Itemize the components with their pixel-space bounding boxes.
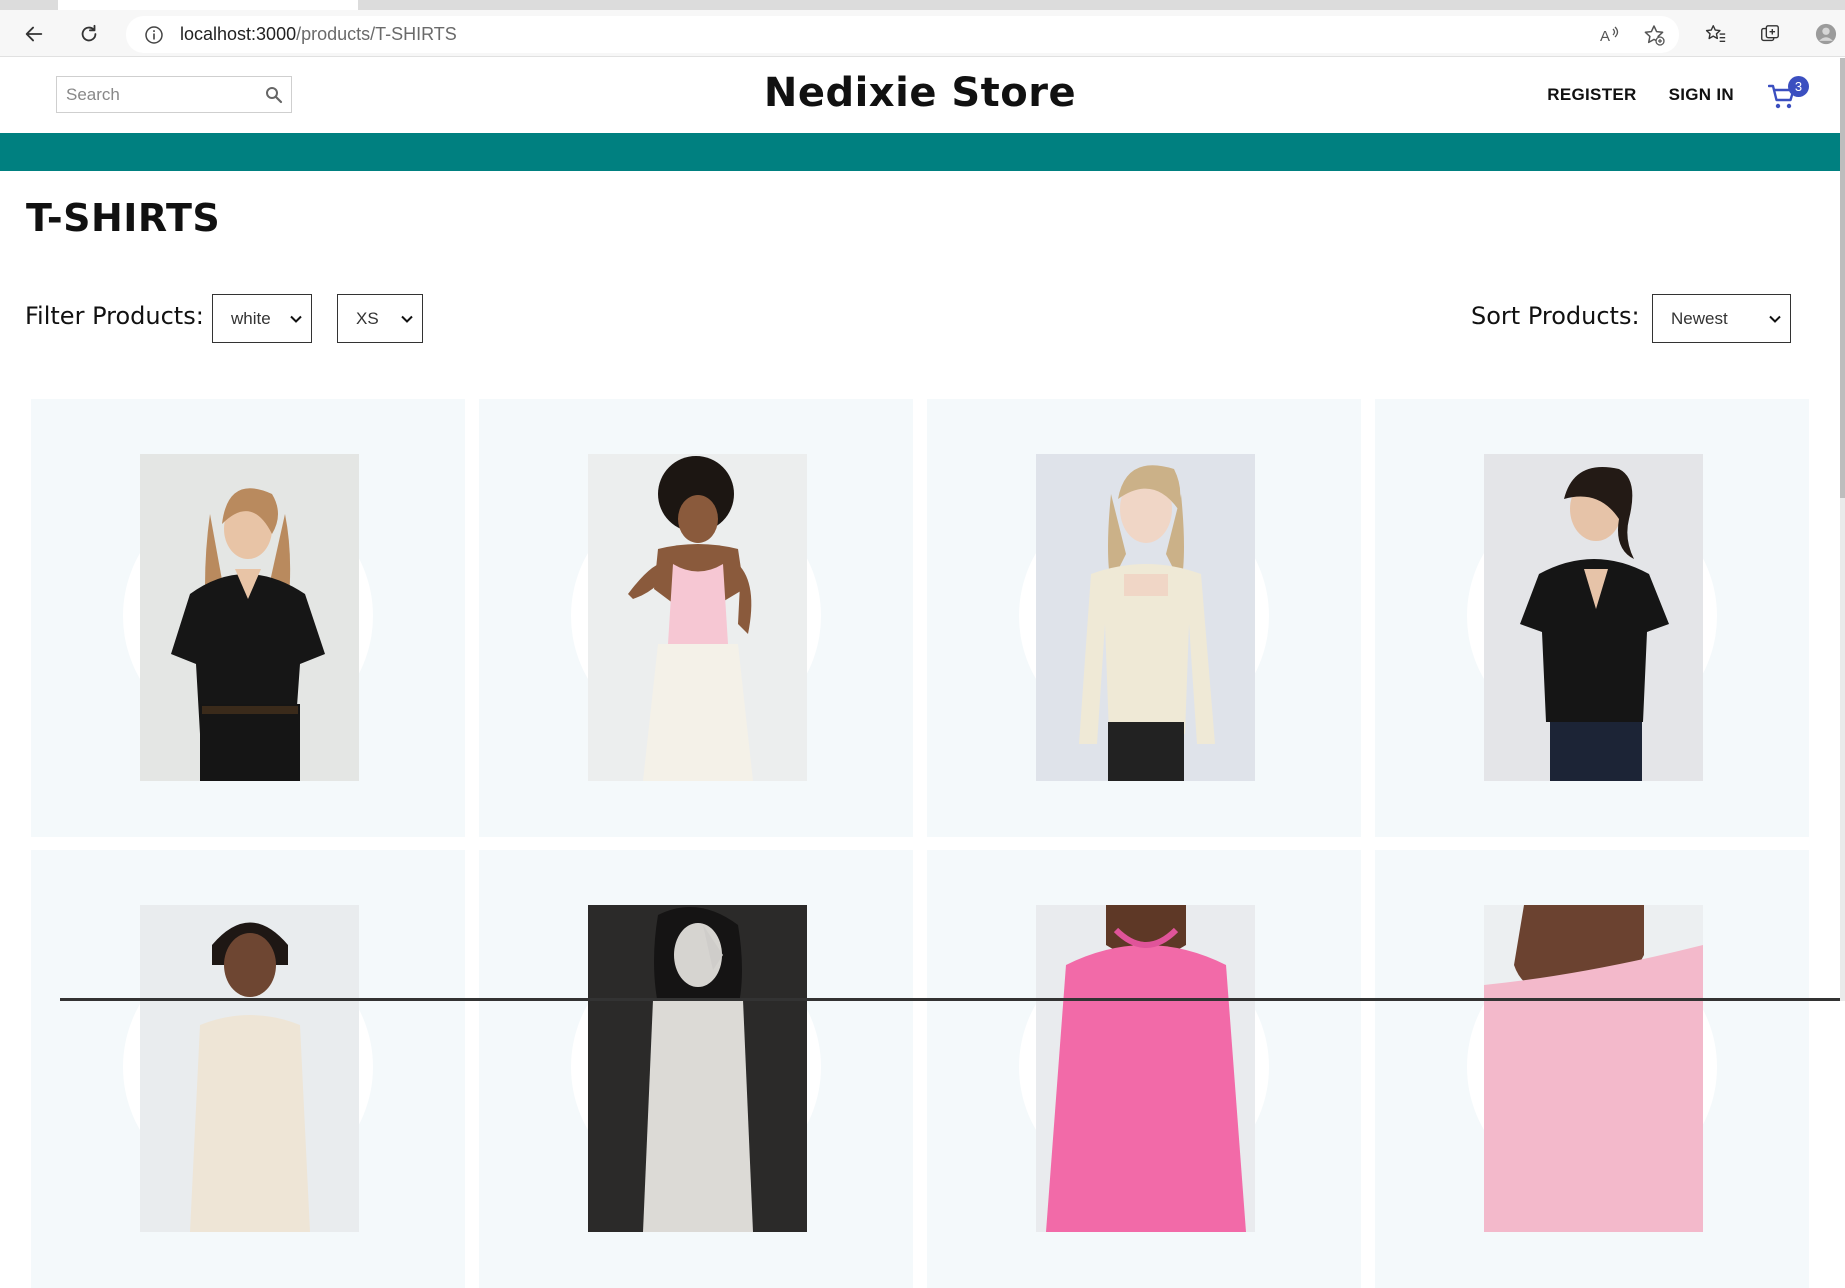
address-bar[interactable]: localhost:3000/products/T-SHIRTS A [126,16,1679,53]
product-card[interactable] [927,850,1361,1288]
url-text[interactable]: localhost:3000/products/T-SHIRTS [180,24,457,45]
product-card[interactable] [31,399,465,837]
chevron-down-icon [1769,315,1781,323]
color-filter-select[interactable]: white [212,294,312,343]
info-icon[interactable] [144,25,164,45]
size-filter-value: XS [356,308,379,328]
page-scrollbar[interactable] [1840,58,1845,1001]
url-host: localhost:3000 [180,24,297,44]
product-image[interactable] [1036,905,1255,1232]
signin-link[interactable]: SIGN IN [1669,85,1734,105]
site-header: Nedixie Store REGISTER SIGN IN 3 [0,58,1840,133]
size-filter-select[interactable]: XS [337,294,423,343]
product-card[interactable] [31,850,465,1288]
product-image[interactable] [1484,905,1703,1232]
register-link[interactable]: REGISTER [1547,85,1636,105]
svg-text:A: A [1600,28,1610,45]
cart-count-badge: 3 [1788,76,1809,97]
favorites-icon[interactable] [1700,18,1732,50]
sort-value: Newest [1671,308,1728,328]
browser-tabstrip [0,0,1845,10]
sort-select[interactable]: Newest [1652,294,1791,343]
product-image[interactable] [1484,454,1703,781]
page-title: T-SHIRTS [26,196,221,240]
header-nav: REGISTER SIGN IN 3 [1547,72,1809,118]
add-favorite-icon[interactable] [1643,24,1665,46]
browser-toolbar: localhost:3000/products/T-SHIRTS A [0,10,1845,57]
product-grid [31,399,1811,1288]
product-image[interactable] [588,905,807,1232]
product-card[interactable] [1375,399,1809,837]
cart-button[interactable]: 3 [1766,76,1809,112]
product-card[interactable] [479,399,913,837]
product-image[interactable] [588,454,807,781]
sort-label: Sort Products: [1471,302,1640,330]
product-image[interactable] [140,454,359,781]
url-path: /products/T-SHIRTS [296,24,457,44]
scrollbar-thumb[interactable] [1840,58,1845,498]
chevron-down-icon [401,315,413,323]
browser-active-tab[interactable] [58,0,358,10]
product-card[interactable] [479,850,913,1288]
read-aloud-icon[interactable]: A [1599,24,1621,46]
product-card[interactable] [1375,850,1809,1288]
product-image[interactable] [140,905,359,1232]
product-card[interactable] [927,399,1361,837]
chevron-down-icon [290,315,302,323]
refresh-icon[interactable] [73,18,105,50]
filter-label: Filter Products: [25,302,204,330]
product-image[interactable] [1036,454,1255,781]
back-icon[interactable] [18,18,50,50]
profile-icon[interactable] [1810,18,1842,50]
color-filter-value: white [231,308,271,328]
collections-icon[interactable] [1754,18,1786,50]
announcement-bar [0,133,1840,171]
